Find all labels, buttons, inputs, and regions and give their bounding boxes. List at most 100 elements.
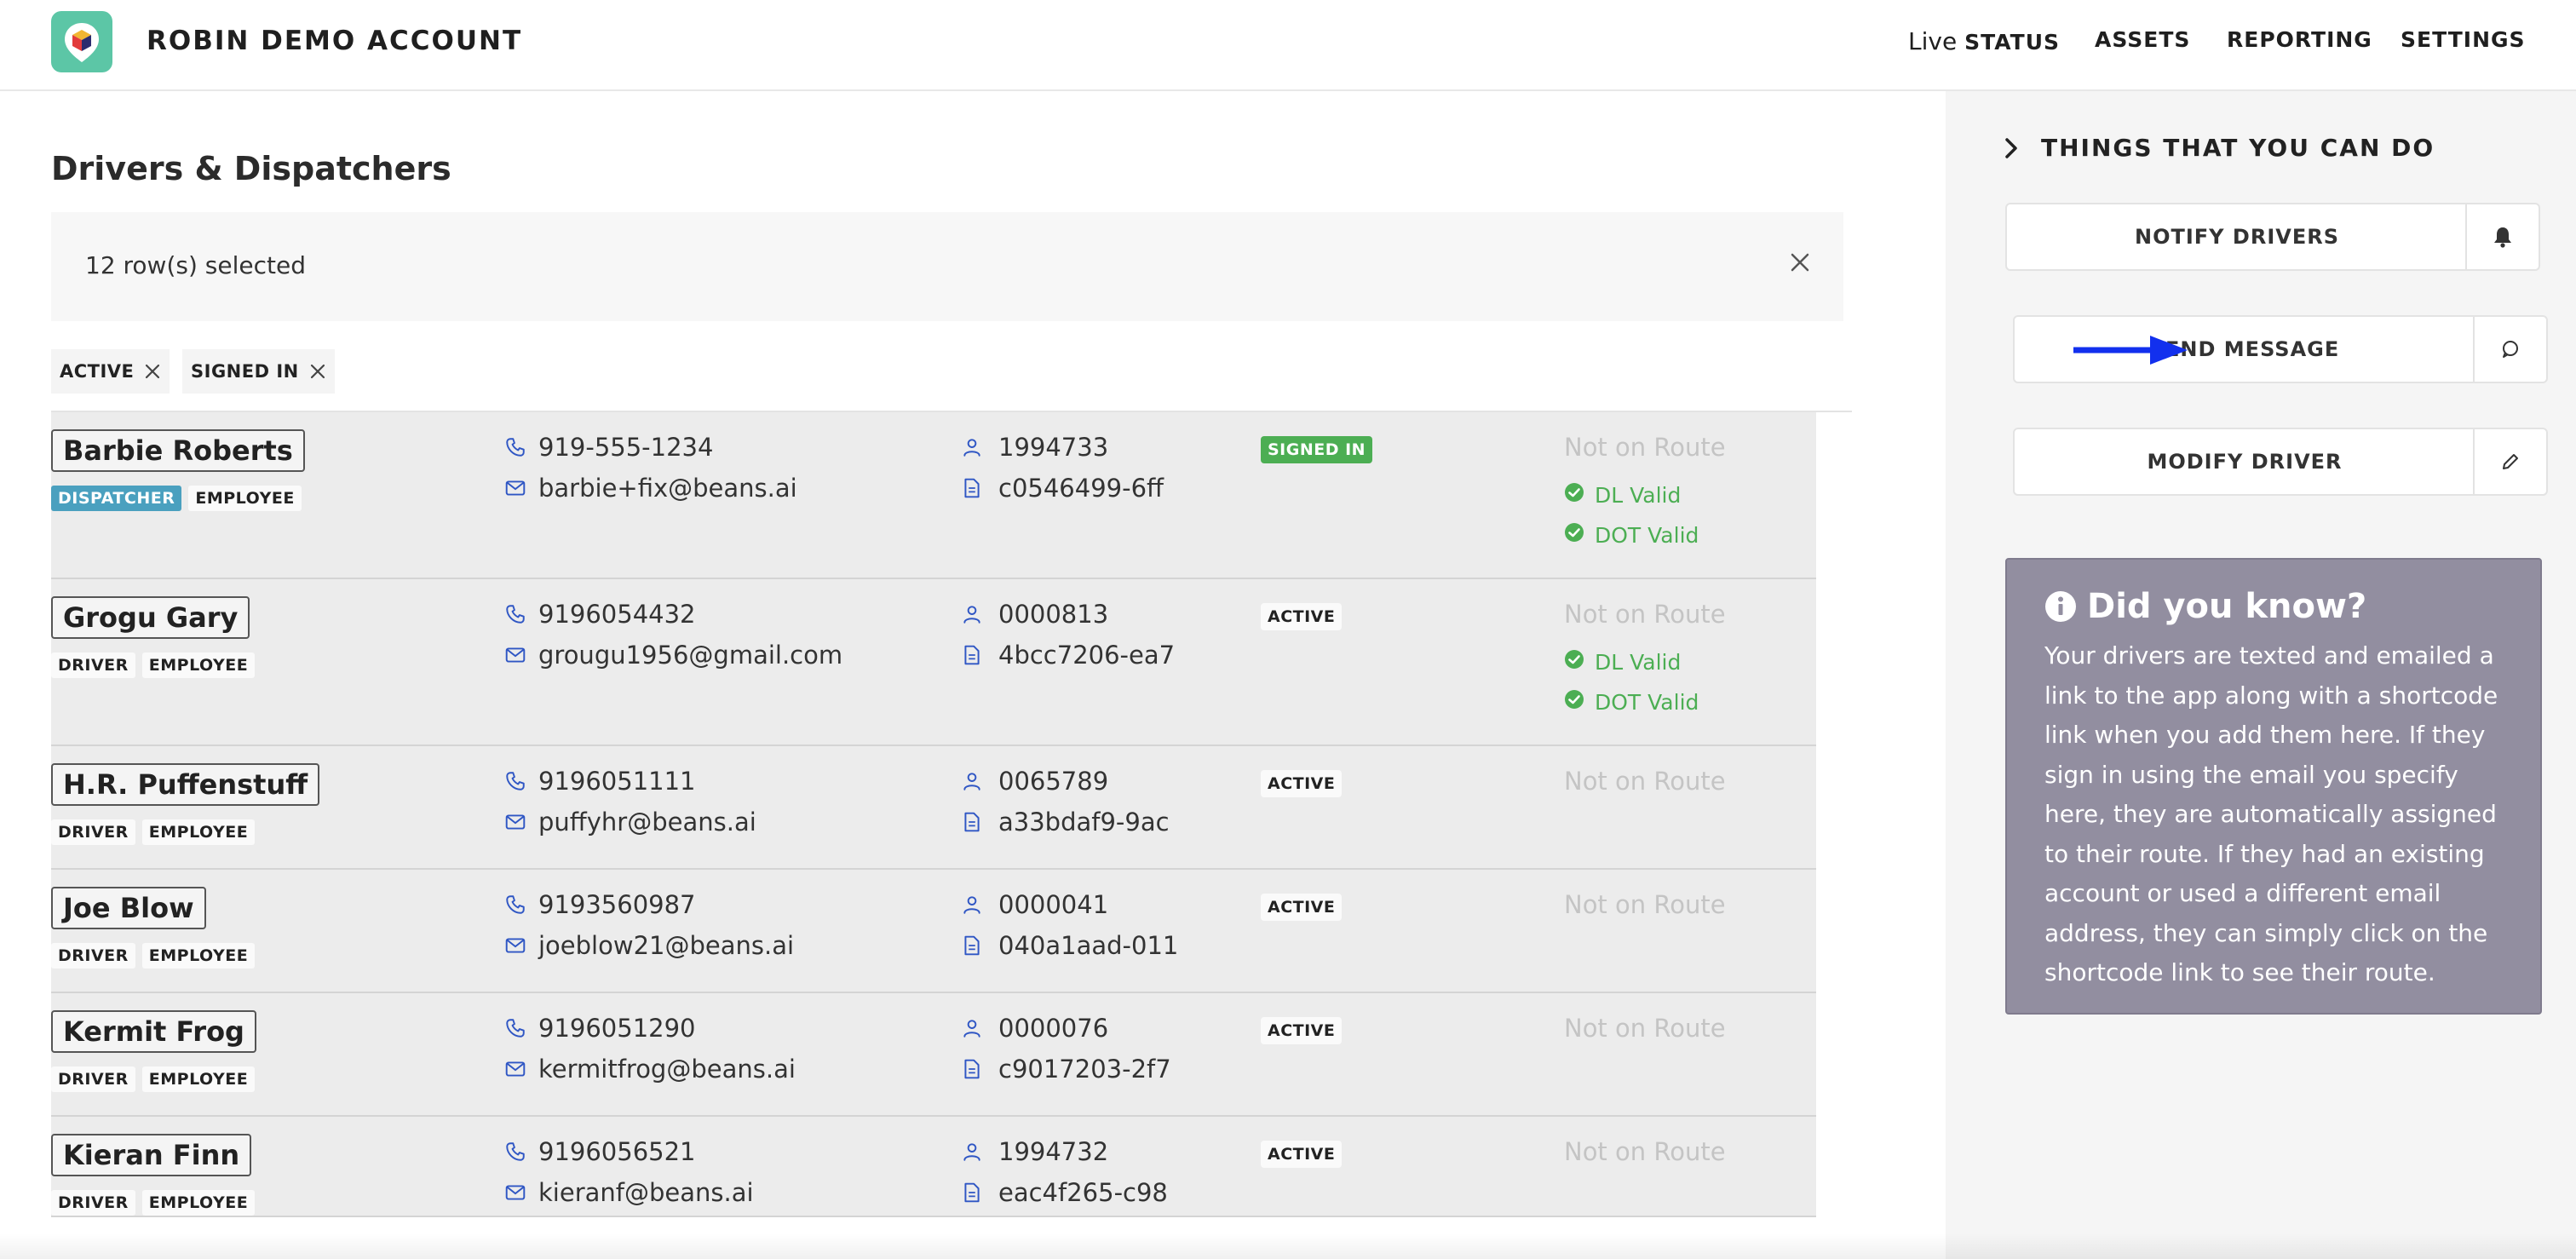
- status-badge: ACTIVE: [1261, 894, 1343, 921]
- table-row[interactable]: Grogu Gary DRIVER EMPLOYEE 9196054432 grougu…: [51, 579, 1816, 746]
- modify-driver-button[interactable]: MODIFY DRIVER: [2013, 428, 2548, 496]
- did-you-know-card: Did you know? Your drivers are texted an…: [2005, 558, 2542, 1015]
- driver-email: kieranf@beans.ai: [538, 1178, 754, 1207]
- driver-email: joeblow21@beans.ai: [538, 931, 795, 960]
- role-tags: DISPATCHER EMPLOYEE: [51, 486, 302, 511]
- driver-id: 0000041: [998, 890, 1109, 919]
- driver-document-id: a33bdaf9-9ac: [998, 808, 1170, 836]
- role-tag: DISPATCHER: [51, 486, 182, 511]
- check-circle-icon: [1564, 522, 1584, 548]
- validity-indicator: DOT Valid: [1564, 689, 1699, 715]
- role-tags: DRIVER EMPLOYEE: [51, 652, 256, 678]
- table-row[interactable]: H.R. Puffenstuff DRIVER EMPLOYEE 9196051111…: [51, 746, 1816, 870]
- driver-name[interactable]: Grogu Gary: [51, 596, 250, 639]
- route-status: Not on Route: [1564, 433, 1726, 462]
- info-icon: [2045, 591, 2076, 622]
- role-tag: EMPLOYEE: [141, 819, 256, 845]
- document-icon: [961, 1058, 983, 1084]
- document-icon: [961, 1181, 983, 1207]
- check-circle-icon: [1564, 482, 1584, 508]
- pencil-icon: [2503, 454, 2518, 469]
- driver-document-id: c9017203-2f7: [998, 1055, 1171, 1084]
- user-icon: [961, 894, 983, 919]
- nav-reporting[interactable]: REPORTING: [2227, 27, 2372, 52]
- status-badge: ACTIVE: [1261, 770, 1343, 797]
- driver-document-id: 040a1aad-011: [998, 931, 1179, 960]
- remove-filter-close-icon[interactable]: [144, 363, 161, 380]
- mail-icon: [504, 1058, 526, 1084]
- driver-document-id: eac4f265-c98: [998, 1178, 1168, 1207]
- driver-name[interactable]: Kieran Finn: [51, 1134, 252, 1176]
- robin-logo-icon[interactable]: [51, 11, 112, 72]
- status-badge: ACTIVE: [1261, 1017, 1343, 1044]
- driver-name[interactable]: H.R. Puffenstuff: [51, 763, 320, 806]
- bell-icon: [2494, 227, 2511, 248]
- notify-drivers-button[interactable]: NOTIFY DRIVERS: [2005, 203, 2540, 271]
- role-tags: DRIVER EMPLOYEE: [51, 1190, 256, 1216]
- driver-phone: 9193560987: [538, 890, 696, 919]
- phone-icon: [504, 1141, 526, 1166]
- driver-phone: 9196054432: [538, 600, 696, 629]
- driver-id: 1994732: [998, 1137, 1109, 1166]
- driver-id: 0000813: [998, 600, 1109, 629]
- driver-name[interactable]: Joe Blow: [51, 887, 206, 929]
- did-you-know-title: Did you know?: [2087, 587, 2367, 626]
- driver-phone: 9196056521: [538, 1137, 696, 1166]
- route-status: Not on Route: [1564, 767, 1726, 796]
- filter-chip-signed-in[interactable]: SIGNED IN: [182, 349, 335, 394]
- table-row[interactable]: Barbie Roberts DISPATCHER EMPLOYEE 919-555-…: [51, 412, 1816, 579]
- table-row[interactable]: Joe Blow DRIVER EMPLOYEE 9193560987 joeblow2…: [51, 870, 1816, 993]
- role-tag: DRIVER: [51, 1066, 135, 1092]
- chat-bubble-icon: [2503, 341, 2518, 358]
- driver-name[interactable]: Barbie Roberts: [51, 429, 305, 472]
- page-title: Drivers & Dispatchers: [51, 150, 451, 187]
- filter-chip-active[interactable]: ACTIVE: [51, 349, 170, 394]
- status-badge: ACTIVE: [1261, 603, 1343, 630]
- nav-assets[interactable]: ASSETS: [2095, 27, 2190, 52]
- app-header: ROBIN DEMO ACCOUNT Live STATUS ASSETS RE…: [0, 0, 2576, 91]
- phone-icon: [504, 894, 526, 919]
- mail-icon: [504, 934, 526, 960]
- driver-document-id: 4bcc7206-ea7: [998, 641, 1176, 670]
- role-tag: EMPLOYEE: [188, 486, 302, 511]
- phone-icon: [504, 603, 526, 629]
- nav-settings[interactable]: SETTINGS: [2401, 27, 2526, 52]
- did-you-know-text: Your drivers are texted and emailed a li…: [2044, 641, 2498, 986]
- driver-phone: 9196051290: [538, 1014, 696, 1043]
- page-bottom-edge: [0, 1233, 2576, 1259]
- driver-email: grougu1956@gmail.com: [538, 641, 843, 670]
- user-icon: [961, 1017, 983, 1043]
- role-tag: DRIVER: [51, 943, 135, 969]
- mail-icon: [504, 477, 526, 503]
- role-tag: EMPLOYEE: [141, 943, 256, 969]
- role-tag: EMPLOYEE: [141, 1190, 256, 1216]
- clear-selection-close-icon[interactable]: [1789, 251, 1811, 277]
- driver-document-id: c0546499-6ff: [998, 474, 1164, 503]
- user-icon: [961, 1141, 983, 1166]
- role-tags: DRIVER EMPLOYEE: [51, 943, 256, 969]
- driver-email: kermitfrog@beans.ai: [538, 1055, 796, 1084]
- document-icon: [961, 477, 983, 503]
- chevron-right-icon: [2005, 137, 2017, 158]
- user-icon: [961, 770, 983, 796]
- driver-name[interactable]: Kermit Frog: [51, 1010, 256, 1053]
- table-row[interactable]: Kieran Finn DRIVER EMPLOYEE 9196056521 kiera…: [51, 1117, 1816, 1217]
- mail-icon: [504, 644, 526, 670]
- route-status: Not on Route: [1564, 1014, 1726, 1043]
- driver-id: 0000076: [998, 1014, 1109, 1043]
- driver-email: puffyhr@beans.ai: [538, 808, 756, 836]
- driver-email: barbie+fix@beans.ai: [538, 474, 797, 503]
- panel-heading[interactable]: THINGS THAT YOU CAN DO: [2004, 134, 2435, 162]
- user-icon: [961, 436, 983, 462]
- validity-indicator: DL Valid: [1564, 649, 1681, 675]
- remove-filter-close-icon[interactable]: [309, 363, 326, 380]
- pointer-arrow-icon: [2073, 336, 2188, 365]
- role-tag: EMPLOYEE: [141, 652, 256, 678]
- phone-icon: [504, 1017, 526, 1043]
- driver-id: 0065789: [998, 767, 1109, 796]
- document-icon: [961, 644, 983, 670]
- nav-live-status[interactable]: Live STATUS: [1908, 27, 2060, 55]
- table-row[interactable]: Kermit Frog DRIVER EMPLOYEE 9196051290 kermi…: [51, 993, 1816, 1117]
- mail-icon: [504, 811, 526, 836]
- mail-icon: [504, 1181, 526, 1207]
